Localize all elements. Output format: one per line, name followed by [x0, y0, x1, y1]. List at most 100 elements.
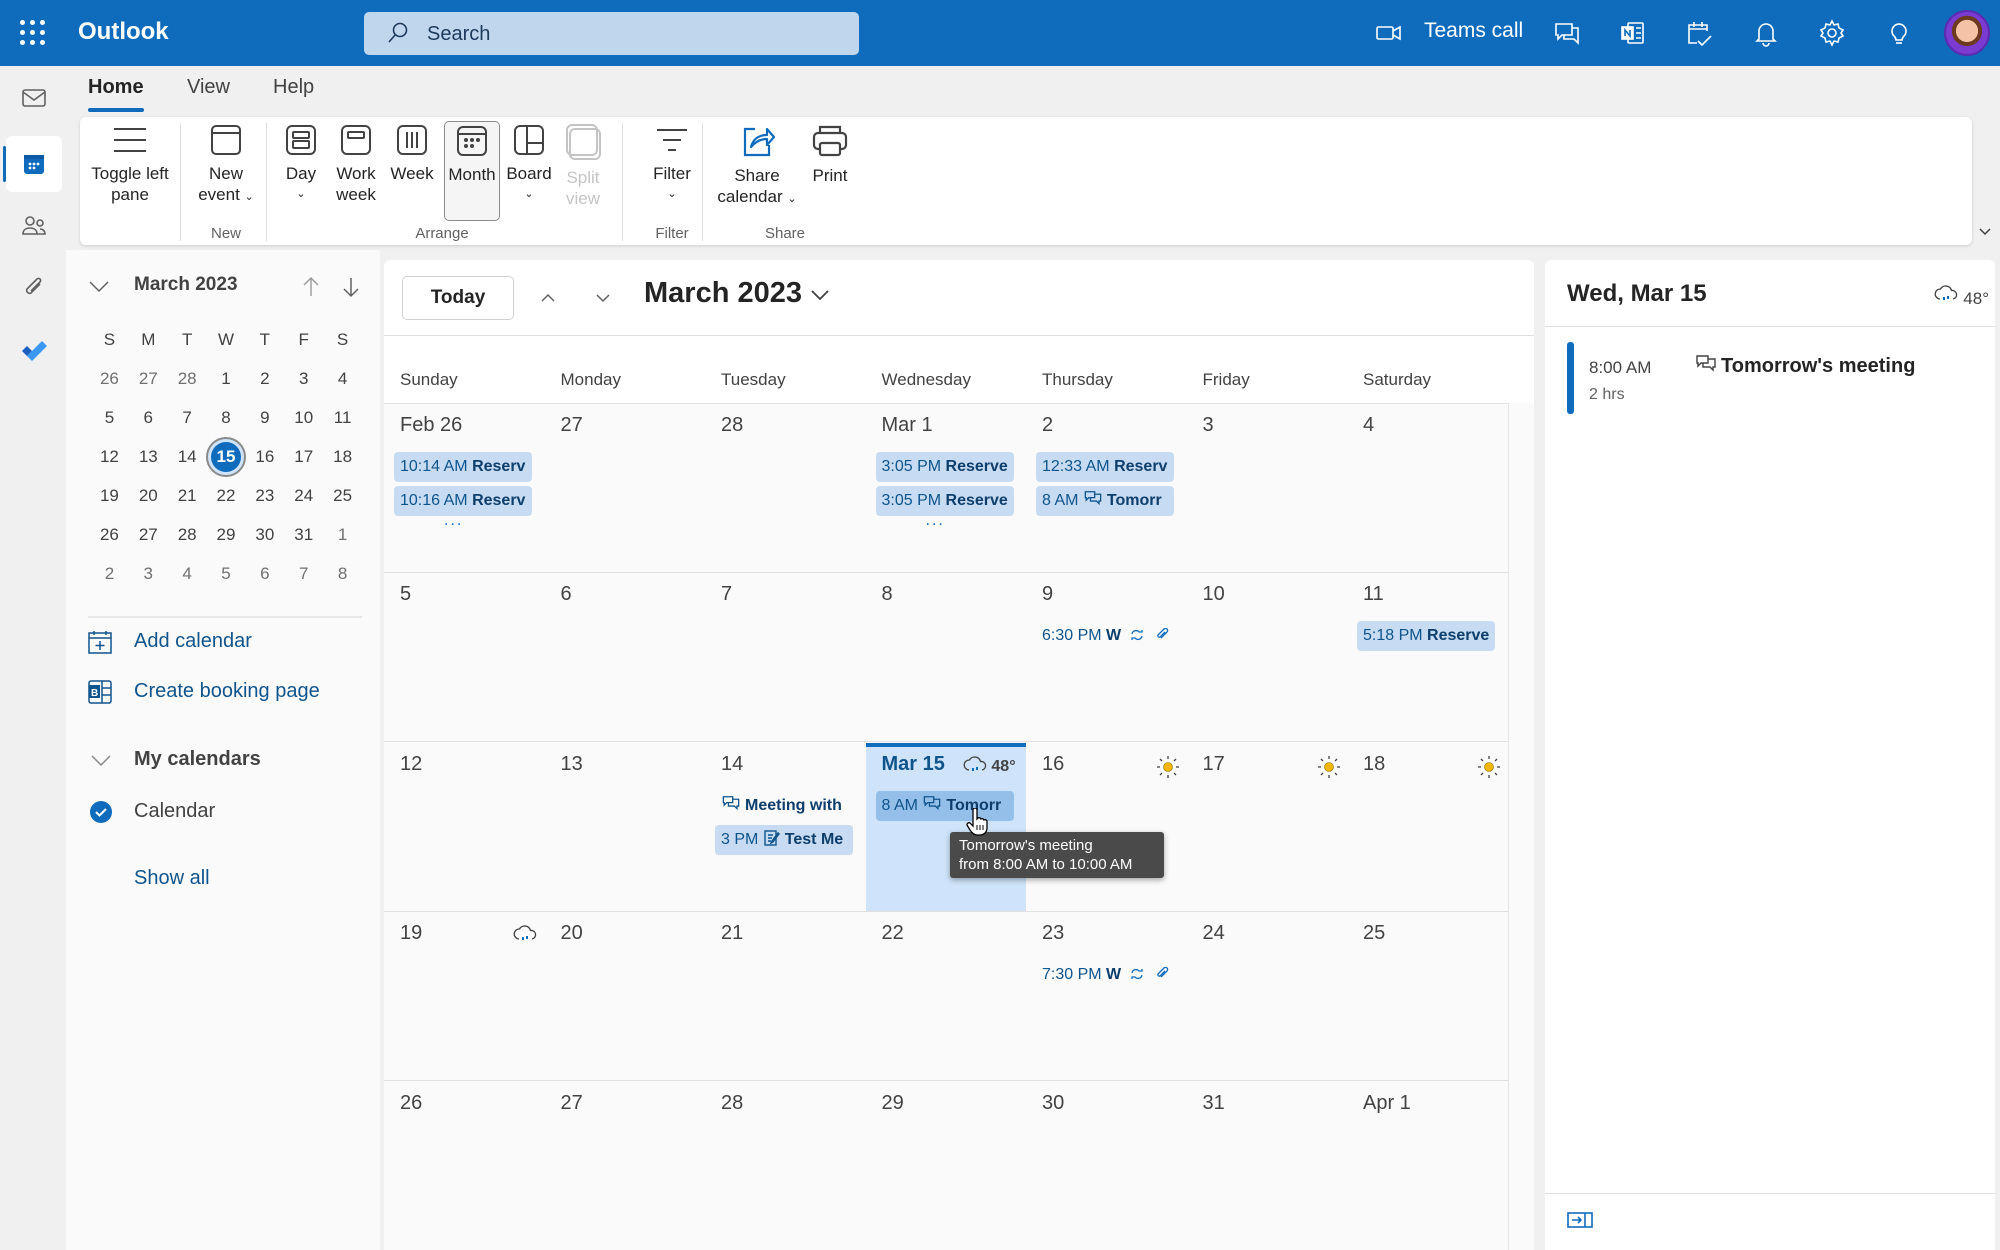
onenote-icon[interactable] — [1617, 17, 1649, 49]
previous-month-chevron-icon[interactable] — [536, 286, 560, 310]
mini-calendar-day[interactable]: 24 — [284, 486, 323, 506]
day-cell[interactable]: 2 12:33 AM Reserv 8 AM Tomorr — [1026, 404, 1186, 572]
lightbulb-icon[interactable] — [1883, 17, 1915, 49]
day-cell[interactable]: 19 — [384, 912, 544, 1080]
mini-calendar-day[interactable]: 23 — [245, 486, 284, 506]
day-cell[interactable]: Apr 1 — [1347, 1082, 1507, 1250]
tab-view[interactable]: View — [187, 76, 230, 99]
day-cell[interactable]: 26 — [384, 1082, 544, 1250]
create-booking-page-link[interactable]: Create booking page — [134, 680, 320, 703]
mini-calendar-day[interactable]: 22 — [207, 486, 246, 506]
calendar-event[interactable]: 3:05 PM Reserve — [875, 452, 1014, 482]
mini-calendar-day[interactable]: 28 — [168, 369, 207, 389]
day-cell[interactable]: 22 — [866, 912, 1026, 1080]
day-view-button[interactable]: Day ⌄ — [276, 123, 326, 205]
calendar-event[interactable]: Meeting with — [715, 791, 853, 821]
mini-calendar-day[interactable]: 4 — [168, 564, 207, 584]
arrow-up-icon[interactable] — [302, 276, 320, 298]
rail-files[interactable] — [6, 260, 62, 316]
bell-icon[interactable] — [1750, 17, 1782, 49]
mini-calendar-day[interactable]: 17 — [284, 447, 323, 467]
month-view-button[interactable]: Month — [444, 121, 500, 221]
day-cell[interactable]: 27 — [545, 1082, 705, 1250]
share-calendar-button[interactable]: Share calendar ⌄ — [712, 123, 802, 210]
day-cell[interactable]: 21 — [705, 912, 865, 1080]
day-cell[interactable]: 23 7:30 PM W — [1026, 912, 1186, 1080]
show-all-link[interactable]: Show all — [134, 867, 210, 890]
mini-calendar-day[interactable]: 6 — [245, 564, 284, 584]
mini-calendar-day[interactable]: 16 — [245, 447, 284, 467]
arrow-down-icon[interactable] — [342, 276, 360, 298]
day-cell[interactable]: 6 — [545, 573, 705, 741]
calendar-event[interactable]: 5:18 PM Reserve — [1357, 621, 1495, 652]
day-cell[interactable]: 13 — [545, 743, 705, 911]
mini-calendar-day[interactable]: 1 — [207, 369, 246, 389]
day-cell[interactable]: 8 — [866, 573, 1026, 741]
app-launcher-icon[interactable] — [20, 20, 46, 46]
teams-call-button[interactable]: Teams call — [1424, 19, 1523, 43]
chevron-down-icon[interactable] — [88, 280, 110, 294]
mini-calendar-day[interactable]: 30 — [245, 525, 284, 545]
day-cell[interactable]: 24 — [1187, 912, 1347, 1080]
mini-calendar-day[interactable]: 18 — [323, 447, 362, 467]
day-cell[interactable]: 14 Meeting with 3 PM Test Me — [705, 743, 865, 911]
calendar-event[interactable]: 3 PM Test Me — [715, 824, 853, 855]
mini-calendar-day[interactable]: 21 — [168, 486, 207, 506]
add-calendar-link[interactable]: Add calendar — [134, 630, 252, 653]
chat-icon[interactable] — [1551, 17, 1583, 49]
mini-calendar-day[interactable]: 5 — [90, 408, 129, 428]
rail-people[interactable] — [6, 198, 62, 254]
day-cell[interactable]: 28 — [705, 1082, 865, 1250]
checkbox-checked-icon[interactable] — [89, 800, 113, 824]
mini-calendar-day[interactable]: 20 — [129, 486, 168, 506]
mini-calendar-day[interactable]: 27 — [129, 369, 168, 389]
today-button[interactable]: Today — [402, 276, 514, 320]
mini-calendar-day[interactable]: 28 — [168, 525, 207, 545]
day-cell[interactable]: 11 5:18 PM Reserve — [1347, 573, 1507, 741]
day-cell[interactable]: 10 — [1187, 573, 1347, 741]
mini-calendar-day[interactable]: 1 — [323, 525, 362, 545]
day-cell[interactable]: 12 — [384, 743, 544, 911]
avatar[interactable] — [1944, 10, 1990, 56]
day-cell[interactable]: 20 — [545, 912, 705, 1080]
calendar-event[interactable]: 12:33 AM Reserv — [1036, 452, 1174, 482]
mini-calendar-day[interactable]: 10 — [284, 408, 323, 428]
rail-todo[interactable] — [6, 322, 62, 378]
mini-calendar-day[interactable]: 19 — [90, 486, 129, 506]
day-cell[interactable]: 31 — [1187, 1082, 1347, 1250]
scrollbar[interactable] — [1508, 403, 1534, 1250]
mini-calendar-day[interactable]: 4 — [323, 369, 362, 389]
mini-calendar-day[interactable]: 25 — [323, 486, 362, 506]
chevron-down-icon[interactable] — [90, 754, 112, 768]
calendar-event[interactable]: 6:30 PM W — [1036, 621, 1174, 651]
month-title[interactable]: March 2023 — [644, 277, 830, 310]
day-cell[interactable]: 30 — [1026, 1082, 1186, 1250]
mini-calendar-day[interactable]: 13 — [129, 447, 168, 467]
mini-calendar-day[interactable]: 8 — [207, 408, 246, 428]
calendar-event[interactable]: 8 AM Tomorr — [875, 790, 1014, 821]
day-cell[interactable]: Feb 26 10:14 AM Reserv 10:16 AM Reserv... — [384, 404, 544, 572]
rail-calendar[interactable] — [3, 136, 62, 192]
my-calendars-heading[interactable]: My calendars — [134, 748, 261, 771]
mini-calendar-day[interactable]: 14 — [168, 447, 207, 467]
calendar-check-icon[interactable] — [1683, 17, 1715, 49]
day-cell[interactable]: 29 — [866, 1082, 1026, 1250]
calendar-event[interactable]: 8 AM Tomorr — [1036, 486, 1174, 516]
mini-calendar-day[interactable]: 8 — [323, 564, 362, 584]
agenda-event[interactable]: 8:00 AM 2 hrs Tomorrow's meeting — [1567, 342, 1987, 414]
week-view-button[interactable]: Week — [386, 123, 438, 184]
more-events-button[interactable]: ... — [926, 512, 945, 530]
day-cell[interactable]: 16 — [1026, 743, 1186, 911]
mini-calendar-day[interactable]: 12 — [90, 447, 129, 467]
mini-calendar-day[interactable]: 29 — [207, 525, 246, 545]
mini-calendar-day[interactable]: 2 — [245, 369, 284, 389]
gear-icon[interactable] — [1816, 17, 1848, 49]
ribbon-collapse-chevron-icon[interactable] — [1978, 227, 1992, 237]
calendar-event[interactable]: 7:30 PM W — [1036, 960, 1174, 990]
tab-home[interactable]: Home — [88, 76, 144, 112]
video-camera-icon[interactable] — [1373, 17, 1405, 49]
mini-calendar-day[interactable]: 3 — [284, 369, 323, 389]
day-cell[interactable]: 25 — [1347, 912, 1507, 1080]
day-cell-selected[interactable]: Mar 15 48° 8 AM Tomorr — [865, 742, 1026, 911]
day-cell[interactable]: 5 — [384, 573, 544, 741]
